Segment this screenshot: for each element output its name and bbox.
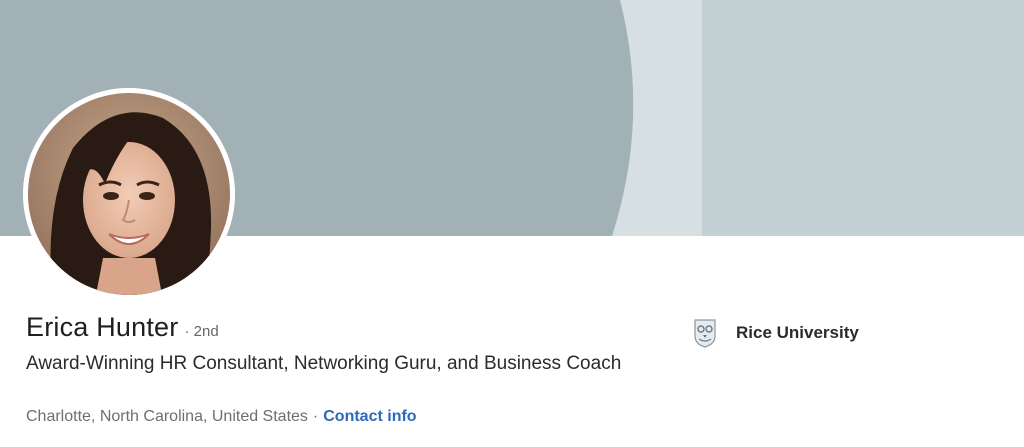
education-entry[interactable]: Rice University bbox=[692, 318, 859, 348]
name-row: Erica Hunter · 2nd bbox=[26, 312, 219, 343]
contact-info-link[interactable]: Contact info bbox=[323, 408, 416, 425]
profile-photo[interactable] bbox=[23, 88, 235, 300]
connection-degree-badge: · 2nd bbox=[184, 323, 219, 340]
school-name: Rice University bbox=[736, 323, 859, 342]
owl-crest-icon bbox=[692, 318, 718, 348]
profile-headline: Award-Winning HR Consultant, Networking … bbox=[26, 353, 622, 374]
separator-dot: · bbox=[312, 408, 319, 425]
profile-card: Erica Hunter · 2nd Award-Winning HR Cons… bbox=[0, 0, 1024, 447]
profile-location: Charlotte, North Carolina, United States bbox=[26, 408, 308, 425]
location-row: Charlotte, North Carolina, United States… bbox=[26, 408, 417, 426]
profile-name: Erica Hunter bbox=[26, 312, 179, 342]
